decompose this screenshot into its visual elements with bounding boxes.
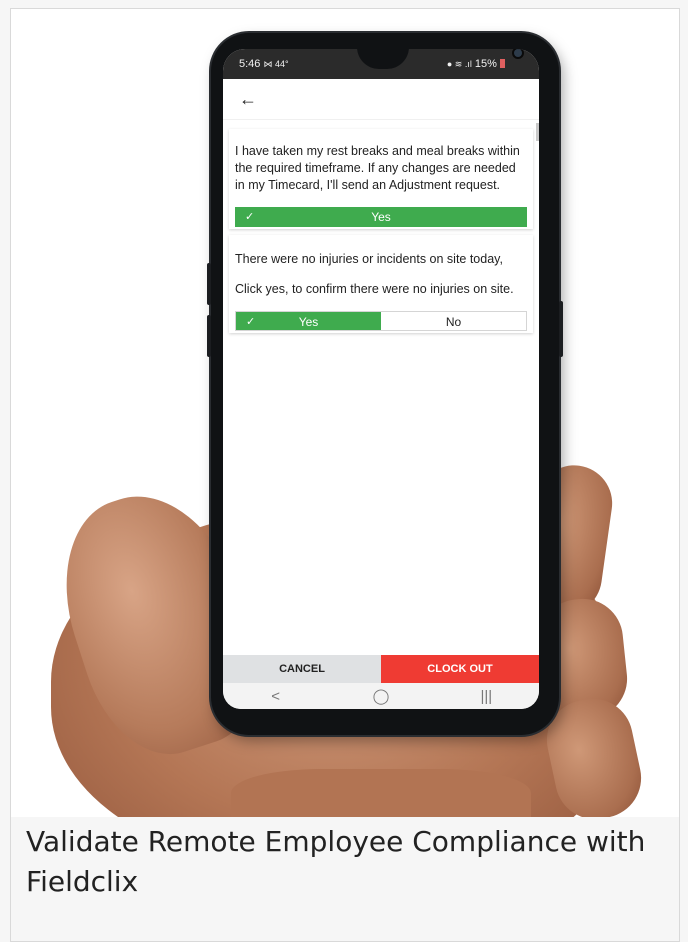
clock-out-button[interactable]: CLOCK OUT <box>381 655 539 683</box>
status-time: 5:46 ⋈ 44° <box>239 58 289 70</box>
hand-holding-phone-photo: 5:46 ⋈ 44° ● ≋ .ıl 15% ← I have taken my… <box>11 9 679 817</box>
yes-option-button[interactable]: ✓ Yes <box>236 312 381 330</box>
caption-heading: Validate Remote Employee Compliance with… <box>26 825 646 898</box>
system-nav-bar: < ◯ ||| <box>223 683 539 709</box>
battery-level: 15% <box>474 58 497 70</box>
wrist <box>231 769 531 817</box>
no-label: No <box>445 315 462 329</box>
yes-answer-button[interactable]: ✓ Yes <box>235 207 527 227</box>
signal-icons: ● ≋ .ıl <box>446 59 472 69</box>
question-card-injuries: There were no injuries or incidents on s… <box>229 235 533 333</box>
nav-home-icon[interactable]: ◯ <box>361 687 401 705</box>
action-bar: CANCEL CLOCK OUT <box>223 655 539 683</box>
question-text: I have taken my rest breaks and meal bre… <box>235 144 520 192</box>
notification-icons: ⋈ 44° <box>263 59 289 69</box>
status-right: ● ≋ .ıl 15% <box>447 58 505 70</box>
yes-label: Yes <box>371 210 391 224</box>
scroll-indicator[interactable] <box>536 123 539 141</box>
front-camera-icon <box>514 49 522 57</box>
back-arrow-icon[interactable]: ← <box>239 89 259 109</box>
app-bar: ← <box>223 79 539 141</box>
question-text: There were no injuries or incidents on s… <box>235 252 503 266</box>
power-button <box>559 301 563 357</box>
nav-recents-icon[interactable]: ||| <box>466 688 506 705</box>
smartphone: 5:46 ⋈ 44° ● ≋ .ıl 15% ← I have taken my… <box>207 33 563 735</box>
battery-icon <box>500 59 505 68</box>
cancel-button[interactable]: CANCEL <box>223 655 381 683</box>
question-card-breaks: I have taken my rest breaks and meal bre… <box>229 129 533 229</box>
no-option-button[interactable]: No <box>381 312 526 330</box>
volume-up-button <box>207 263 211 305</box>
yes-no-toggle: ✓ Yes No <box>235 311 527 331</box>
phone-screen: 5:46 ⋈ 44° ● ≋ .ıl 15% ← I have taken my… <box>223 49 539 709</box>
yes-label: Yes <box>298 315 319 329</box>
nav-back-icon[interactable]: < <box>256 688 296 705</box>
volume-down-button <box>207 315 211 357</box>
question-instruction: Click yes, to confirm there were no inju… <box>235 282 514 296</box>
